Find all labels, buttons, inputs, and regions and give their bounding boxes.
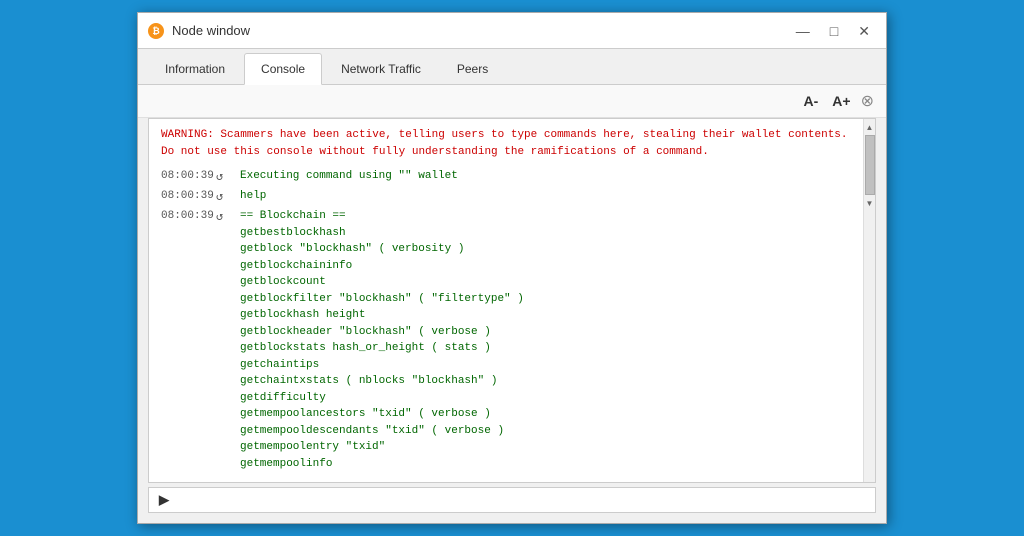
node-window: ₿ Node window — □ ✕ Information Console … <box>137 12 887 524</box>
log-time-1: 08:00:39 <box>161 188 216 205</box>
console-content: WARNING: Scammers have been active, tell… <box>149 119 863 482</box>
warning-message: WARNING: Scammers have been active, tell… <box>161 127 855 160</box>
log-text-0: Executing command using "" wallet <box>240 168 458 185</box>
log-entry-1: 08:00:39 ↺ help <box>161 188 855 206</box>
minimize-button[interactable]: — <box>790 22 816 40</box>
scrollbar[interactable]: ▲ ▼ <box>863 119 875 482</box>
window-title: Node window <box>172 23 790 38</box>
console-input[interactable] <box>175 494 865 506</box>
log-entry-0: 08:00:39 ↺ Executing command using "" wa… <box>161 168 855 186</box>
title-bar: ₿ Node window — □ ✕ <box>138 13 886 49</box>
log-icon-0: ↺ <box>216 168 236 186</box>
tab-peers[interactable]: Peers <box>440 53 505 84</box>
decrease-font-button[interactable]: A- <box>800 91 823 111</box>
tab-network-traffic[interactable]: Network Traffic <box>324 53 438 84</box>
increase-font-button[interactable]: A+ <box>828 91 854 111</box>
scroll-down-arrow[interactable]: ▼ <box>864 197 876 209</box>
log-text-1: help <box>240 188 266 205</box>
close-button[interactable]: ✕ <box>852 22 876 40</box>
log-icon-1: ↺ <box>216 188 236 206</box>
scroll-up-arrow[interactable]: ▲ <box>864 121 876 133</box>
window-controls: — □ ✕ <box>790 22 876 40</box>
maximize-button[interactable]: □ <box>824 22 844 40</box>
clear-console-button[interactable]: ⊗ <box>861 91 874 111</box>
log-time-2: 08:00:39 <box>161 208 216 225</box>
log-icon-2: ↺ <box>216 208 236 226</box>
tab-information[interactable]: Information <box>148 53 242 84</box>
console-output-area: WARNING: Scammers have been active, tell… <box>148 118 876 483</box>
prompt-symbol: ▶ <box>159 492 169 508</box>
scroll-thumb[interactable] <box>865 135 875 195</box>
tab-bar: Information Console Network Traffic Peer… <box>138 49 886 85</box>
log-text-2: == Blockchain == getbestblockhash getblo… <box>240 208 524 472</box>
log-time-0: 08:00:39 <box>161 168 216 185</box>
log-entry-2: 08:00:39 ↺ == Blockchain == getbestblock… <box>161 208 855 472</box>
tab-console[interactable]: Console <box>244 53 322 85</box>
app-icon: ₿ <box>148 23 164 39</box>
console-toolbar: A- A+ ⊗ <box>138 85 886 118</box>
console-input-area: ▶ <box>148 487 876 513</box>
